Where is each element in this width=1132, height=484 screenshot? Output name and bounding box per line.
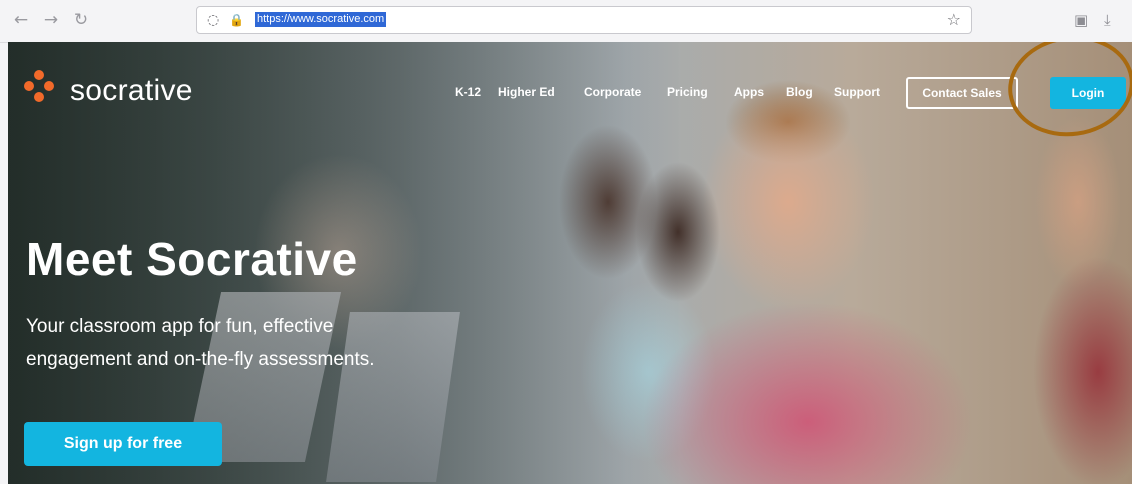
back-icon[interactable]: ← xyxy=(10,9,32,31)
browser-toolbar: ← → ↻ ◌ 🔒 https://www.socrative.com ☆ ▣ … xyxy=(0,0,1132,43)
nav-link-blog[interactable]: Blog xyxy=(786,84,813,100)
forward-icon[interactable]: → xyxy=(40,9,62,31)
nav-link-corporate[interactable]: Corporate xyxy=(584,84,641,100)
sign-up-button[interactable]: Sign up for free xyxy=(24,422,222,466)
hero-subtitle-line: engagement and on-the-fly assessments. xyxy=(26,349,375,370)
bookmark-star-icon[interactable]: ☆ xyxy=(947,11,961,29)
address-bar[interactable]: ◌ 🔒 https://www.socrative.com ☆ xyxy=(196,6,972,34)
pocket-icon[interactable]: ▣ xyxy=(1074,10,1088,30)
hero-title: Meet Socrative xyxy=(26,233,358,285)
logo-text: socrative xyxy=(70,74,193,107)
nav-link-pricing[interactable]: Pricing xyxy=(667,84,708,100)
shield-icon[interactable]: ◌ xyxy=(207,11,219,29)
lock-icon[interactable]: 🔒 xyxy=(229,11,244,29)
nav-link-k12[interactable]: K-12 xyxy=(455,84,481,100)
hero-subtitle: Your classroom app for fun, effective en… xyxy=(26,310,486,376)
contact-sales-button[interactable]: Contact Sales xyxy=(906,77,1018,109)
reload-icon[interactable]: ↻ xyxy=(70,9,92,31)
nav-link-apps[interactable]: Apps xyxy=(734,84,764,100)
hero-section: socrative K-12 Higher Ed Corporate Prici… xyxy=(8,42,1132,484)
nav-link-support[interactable]: Support xyxy=(834,84,880,100)
hero-subtitle-line: Your classroom app for fun, effective xyxy=(26,316,334,337)
url-text[interactable]: https://www.socrative.com xyxy=(255,12,387,27)
nav-link-higher-ed[interactable]: Higher Ed xyxy=(498,84,555,100)
download-icon[interactable]: ⤓ xyxy=(1104,10,1111,30)
